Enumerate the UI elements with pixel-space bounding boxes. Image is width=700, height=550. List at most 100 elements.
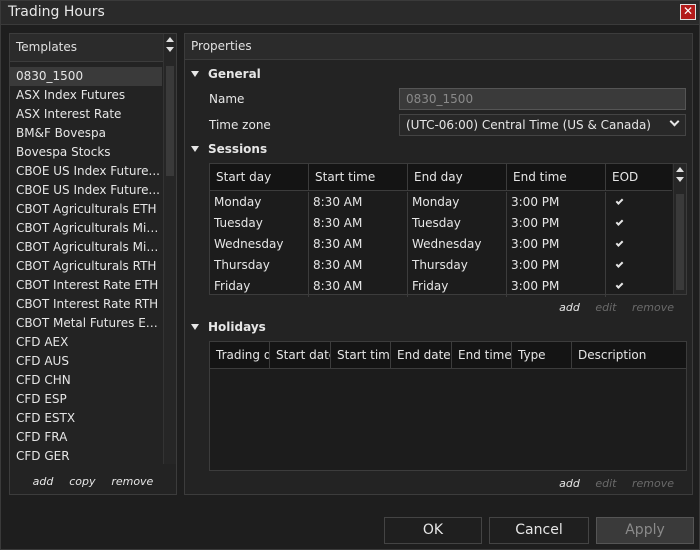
session-cell: Thursday bbox=[210, 255, 309, 276]
template-list-item[interactable]: CBOT Interest Rate RTH bbox=[10, 295, 162, 314]
properties-header: Properties bbox=[185, 34, 692, 60]
session-row[interactable]: Thursday 8:30 AM Thursday 3:00 PM bbox=[210, 255, 672, 276]
template-list-item[interactable]: CFD CHN bbox=[10, 371, 162, 390]
session-add-link[interactable]: add bbox=[559, 301, 580, 314]
template-list-item[interactable]: CBOE US Index Future... bbox=[10, 162, 162, 181]
holidays-column-header[interactable]: Start date bbox=[270, 342, 331, 369]
sessions-column-header[interactable]: Start day bbox=[210, 164, 309, 191]
template-list-item[interactable]: CBOT Agriculturals Min... bbox=[10, 238, 162, 257]
session-cell: Monday bbox=[408, 192, 507, 213]
eod-checkbox[interactable] bbox=[606, 255, 672, 276]
template-list-item[interactable]: BM&F Bovespa bbox=[10, 124, 162, 143]
close-icon[interactable]: ✕ bbox=[680, 4, 696, 20]
session-row[interactable]: Wednesday 8:30 AM Wednesday 3:00 PM bbox=[210, 234, 672, 255]
session-cell: 8:30 AM bbox=[309, 255, 408, 276]
ok-button[interactable]: OK bbox=[384, 517, 482, 544]
template-list-item[interactable]: CFD GER bbox=[10, 447, 162, 462]
checkmark-icon bbox=[615, 281, 624, 289]
template-list-item[interactable]: CFD AEX bbox=[10, 333, 162, 352]
window-title: Trading Hours bbox=[8, 4, 105, 20]
template-list-item[interactable]: Bovespa Stocks bbox=[10, 143, 162, 162]
chevron-down-icon bbox=[669, 116, 680, 127]
name-label: Name bbox=[209, 92, 245, 106]
eod-checkbox[interactable] bbox=[606, 213, 672, 234]
templates-list[interactable]: 0830_1500 ASX Index Futures ASX Interest R… bbox=[10, 67, 162, 462]
eod-checkbox[interactable] bbox=[606, 276, 672, 297]
sessions-section-label: Sessions bbox=[208, 142, 268, 156]
apply-button[interactable]: Apply bbox=[596, 517, 694, 544]
session-cell: 3:00 PM bbox=[507, 255, 606, 276]
timezone-select[interactable]: (UTC-06:00) Central Time (US & Canada) bbox=[399, 114, 686, 136]
session-row[interactable]: Tuesday 8:30 AM Tuesday 3:00 PM bbox=[210, 213, 672, 234]
collapse-triangle-icon bbox=[191, 323, 199, 330]
scroll-down-icon[interactable] bbox=[166, 47, 174, 52]
session-row[interactable]: Friday 8:30 AM Friday 3:00 PM bbox=[210, 276, 672, 297]
holidays-column-header[interactable]: Description bbox=[572, 342, 686, 369]
holidays-column-header[interactable]: End date bbox=[391, 342, 452, 369]
template-list-item[interactable]: CFD ESTX bbox=[10, 409, 162, 428]
collapse-triangle-icon bbox=[191, 70, 199, 77]
holidays-section-label: Holidays bbox=[208, 320, 266, 334]
session-cell: 3:00 PM bbox=[507, 213, 606, 234]
session-cell: 8:30 AM bbox=[309, 213, 408, 234]
sessions-section-toggle[interactable]: Sessions bbox=[191, 142, 267, 156]
scroll-up-icon[interactable] bbox=[166, 37, 174, 42]
holidays-section-toggle[interactable]: Holidays bbox=[191, 320, 266, 334]
templates-scrollbar[interactable] bbox=[163, 34, 176, 464]
properties-panel: Properties General Name 0830_1500 Time z… bbox=[184, 33, 693, 495]
holiday-remove-link[interactable]: remove bbox=[632, 477, 674, 490]
template-copy-link[interactable]: copy bbox=[69, 475, 95, 488]
sessions-scrollbar[interactable] bbox=[673, 164, 686, 294]
holidays-column-header[interactable]: Start time bbox=[331, 342, 391, 369]
session-cell: 3:00 PM bbox=[507, 276, 606, 297]
templates-header-label: Templates bbox=[16, 40, 78, 54]
session-cell: Monday bbox=[210, 192, 309, 213]
holiday-add-link[interactable]: add bbox=[559, 477, 580, 490]
scroll-thumb[interactable] bbox=[166, 66, 174, 176]
template-list-item[interactable]: CBOT Metal Futures ETH bbox=[10, 314, 162, 333]
general-section-toggle[interactable]: General bbox=[191, 67, 261, 81]
template-list-item[interactable]: 0830_1500 bbox=[10, 67, 162, 86]
checkmark-icon bbox=[615, 197, 624, 205]
template-add-link[interactable]: add bbox=[33, 475, 54, 488]
template-list-item[interactable]: CBOE US Index Future... bbox=[10, 181, 162, 200]
checkmark-icon bbox=[615, 218, 624, 226]
template-remove-link[interactable]: remove bbox=[111, 475, 153, 488]
name-field[interactable]: 0830_1500 bbox=[399, 88, 686, 110]
session-edit-link[interactable]: edit bbox=[595, 301, 616, 314]
collapse-triangle-icon bbox=[191, 145, 199, 152]
cancel-button[interactable]: Cancel bbox=[489, 517, 589, 544]
title-bar: Trading Hours ✕ bbox=[1, 1, 699, 25]
holidays-column-header[interactable]: Trading d bbox=[210, 342, 270, 369]
template-list-item[interactable]: CBOT Agriculturals ETH bbox=[10, 200, 162, 219]
template-list-item[interactable]: CFD FRA bbox=[10, 428, 162, 447]
holidays-column-header[interactable]: Type bbox=[512, 342, 572, 369]
holidays-grid: Trading dStart dateStart timeEnd dateEnd… bbox=[209, 341, 687, 471]
scroll-thumb[interactable] bbox=[676, 194, 684, 290]
scroll-down-icon[interactable] bbox=[676, 177, 684, 182]
sessions-column-header[interactable]: End time bbox=[507, 164, 606, 191]
sessions-column-header[interactable]: Start time bbox=[309, 164, 408, 191]
session-remove-link[interactable]: remove bbox=[632, 301, 674, 314]
holiday-edit-link[interactable]: edit bbox=[595, 477, 616, 490]
general-section-label: General bbox=[208, 67, 261, 81]
eod-checkbox[interactable] bbox=[606, 234, 672, 255]
template-list-item[interactable]: CBOT Agriculturals Min... bbox=[10, 219, 162, 238]
session-cell: Wednesday bbox=[210, 234, 309, 255]
templates-panel: Templates 0830_1500 ASX Index Futures ASX … bbox=[9, 33, 177, 495]
template-list-item[interactable]: ASX Index Futures bbox=[10, 86, 162, 105]
holidays-column-header[interactable]: End time bbox=[452, 342, 512, 369]
template-list-item[interactable]: ASX Interest Rate bbox=[10, 105, 162, 124]
sessions-column-header[interactable]: End day bbox=[408, 164, 507, 191]
template-list-item[interactable]: CBOT Agriculturals RTH bbox=[10, 257, 162, 276]
session-cell: Thursday bbox=[408, 255, 507, 276]
session-row[interactable]: Monday 8:30 AM Monday 3:00 PM bbox=[210, 192, 672, 213]
eod-checkbox[interactable] bbox=[606, 192, 672, 213]
template-list-item[interactable]: CFD AUS bbox=[10, 352, 162, 371]
scroll-up-icon[interactable] bbox=[676, 167, 684, 172]
template-list-item[interactable]: CBOT Interest Rate ETH bbox=[10, 276, 162, 295]
sessions-column-header[interactable]: EOD bbox=[606, 164, 672, 191]
session-cell: 3:00 PM bbox=[507, 192, 606, 213]
template-list-item[interactable]: CFD ESP bbox=[10, 390, 162, 409]
session-cell: 8:30 AM bbox=[309, 276, 408, 297]
